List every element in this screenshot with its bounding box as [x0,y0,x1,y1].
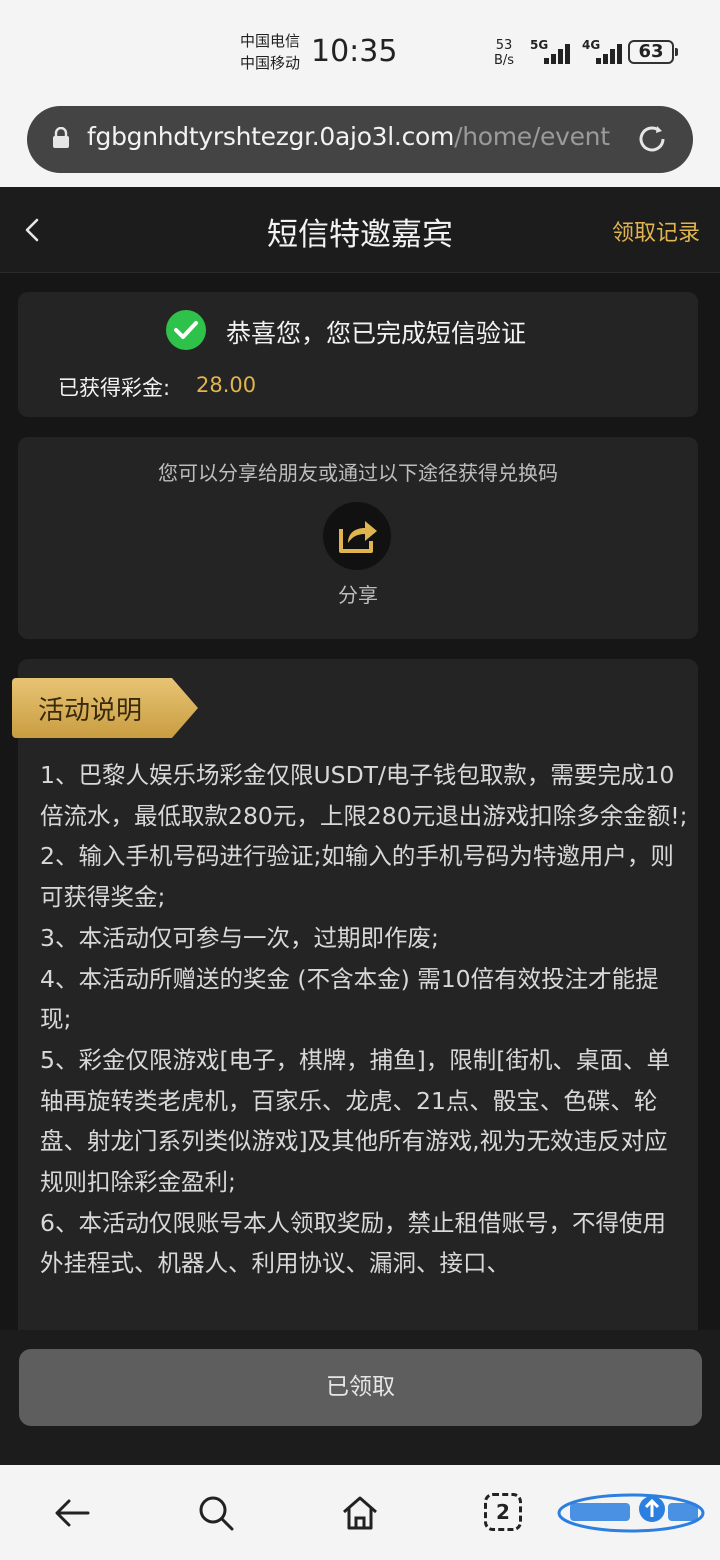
reward-label: 已获得彩金: [58,376,171,400]
rules-title: 活动说明 [38,696,143,726]
share-label: 分享 [338,583,378,607]
rule-item-1: 1、巴黎人娱乐场彩金仅限USDT/电子钱包取款，需要完成10倍流水，最低取款28… [40,761,688,830]
rule-item-5: 5、彩金仅限游戏[电子，棋牌，捕鱼]，限制[街机、桌面、单轴再旋转类老虎机，百家… [40,1045,670,1197]
rule-item-2: 2、输入手机号码进行验证;如输入的手机号码为特邀用户，则可获得奖金; [40,842,674,912]
signal-4g: 4G [582,38,626,64]
claimed-button[interactable]: 已领取 [19,1349,702,1426]
rules-card: 1、巴黎人娱乐场彩金仅限USDT/电子钱包取款，需要完成10倍流水，最低取款28… [18,659,698,1359]
signal-bars-icon [590,42,624,64]
url-path: /home/event [454,122,610,151]
back-arrow-icon[interactable] [52,1493,92,1533]
share-card: 您可以分享给朋友或通过以下途径获得兑换码 分享 [18,437,698,639]
bottom-action-area: 已领取 [0,1330,720,1465]
address-bar[interactable]: fgbgnhdtyrshtezgr.0ajo3l.com/home/event [27,106,693,173]
home-icon[interactable] [340,1493,380,1533]
rule-item-4: 4、本活动所赠送的奖金 (不含本金) 需10倍有效投注才能提现; [40,964,659,1034]
share-icon [339,521,377,553]
lock-icon [53,127,69,148]
verify-message: 恭喜您，您已完成短信验证 [226,319,527,348]
share-button[interactable] [323,502,391,570]
rules-title-tag: 活动说明 [12,678,198,738]
speed-unit: B/s [494,53,515,68]
rule-item-6: 6、本活动仅限账号本人领取奖励，禁止租借账号，不得使用外挂程式、机器人、利用协议… [40,1208,666,1278]
claim-records-link[interactable]: 领取记录 [612,215,700,247]
tabs-icon[interactable]: 2 [484,1493,522,1531]
battery-indicator: 63 [628,40,678,64]
url-text[interactable]: fgbgnhdtyrshtezgr.0ajo3l.com/home/event [87,122,610,151]
rule-item-3: 3、本活动仅可参与一次，过期即作废; [40,923,439,952]
status-bar: 中国电信 中国移动 10:35 53 B/s 5G 4G 63 [0,0,720,100]
signal-bars-icon [538,42,572,64]
share-hint: 您可以分享给朋友或通过以下途径获得兑换码 [158,461,558,485]
carrier-2: 中国移动 [240,54,301,72]
url-domain: fgbgnhdtyrshtezgr.0ajo3l.com [87,122,455,151]
network-speed: 53 B/s [494,38,514,68]
carrier-1: 中国电信 [240,32,301,50]
check-icon [166,310,206,350]
search-icon[interactable] [196,1493,236,1533]
rules-list: 1、巴黎人娱乐场彩金仅限USDT/电子钱包取款，需要完成10倍流水，最低取款28… [40,755,688,1284]
carrier-info: 中国电信 中国移动 [240,30,300,74]
reward-value: 28.00 [196,373,257,397]
speed-value: 53 [495,38,513,53]
reload-icon[interactable] [635,122,669,156]
verify-card: 恭喜您，您已完成短信验证 已获得彩金: 28.00 [18,292,698,417]
browser-toolbar: 2 [0,1465,720,1560]
status-time: 10:35 [311,34,398,69]
nav-bar: 短信特邀嘉宾 领取记录 [0,187,720,273]
app-page: 短信特邀嘉宾 领取记录 恭喜您，您已完成短信验证 已获得彩金: 28.00 您可… [0,187,720,1465]
watermark-logo-icon [557,1493,705,1533]
signal-5g: 5G [530,38,574,64]
